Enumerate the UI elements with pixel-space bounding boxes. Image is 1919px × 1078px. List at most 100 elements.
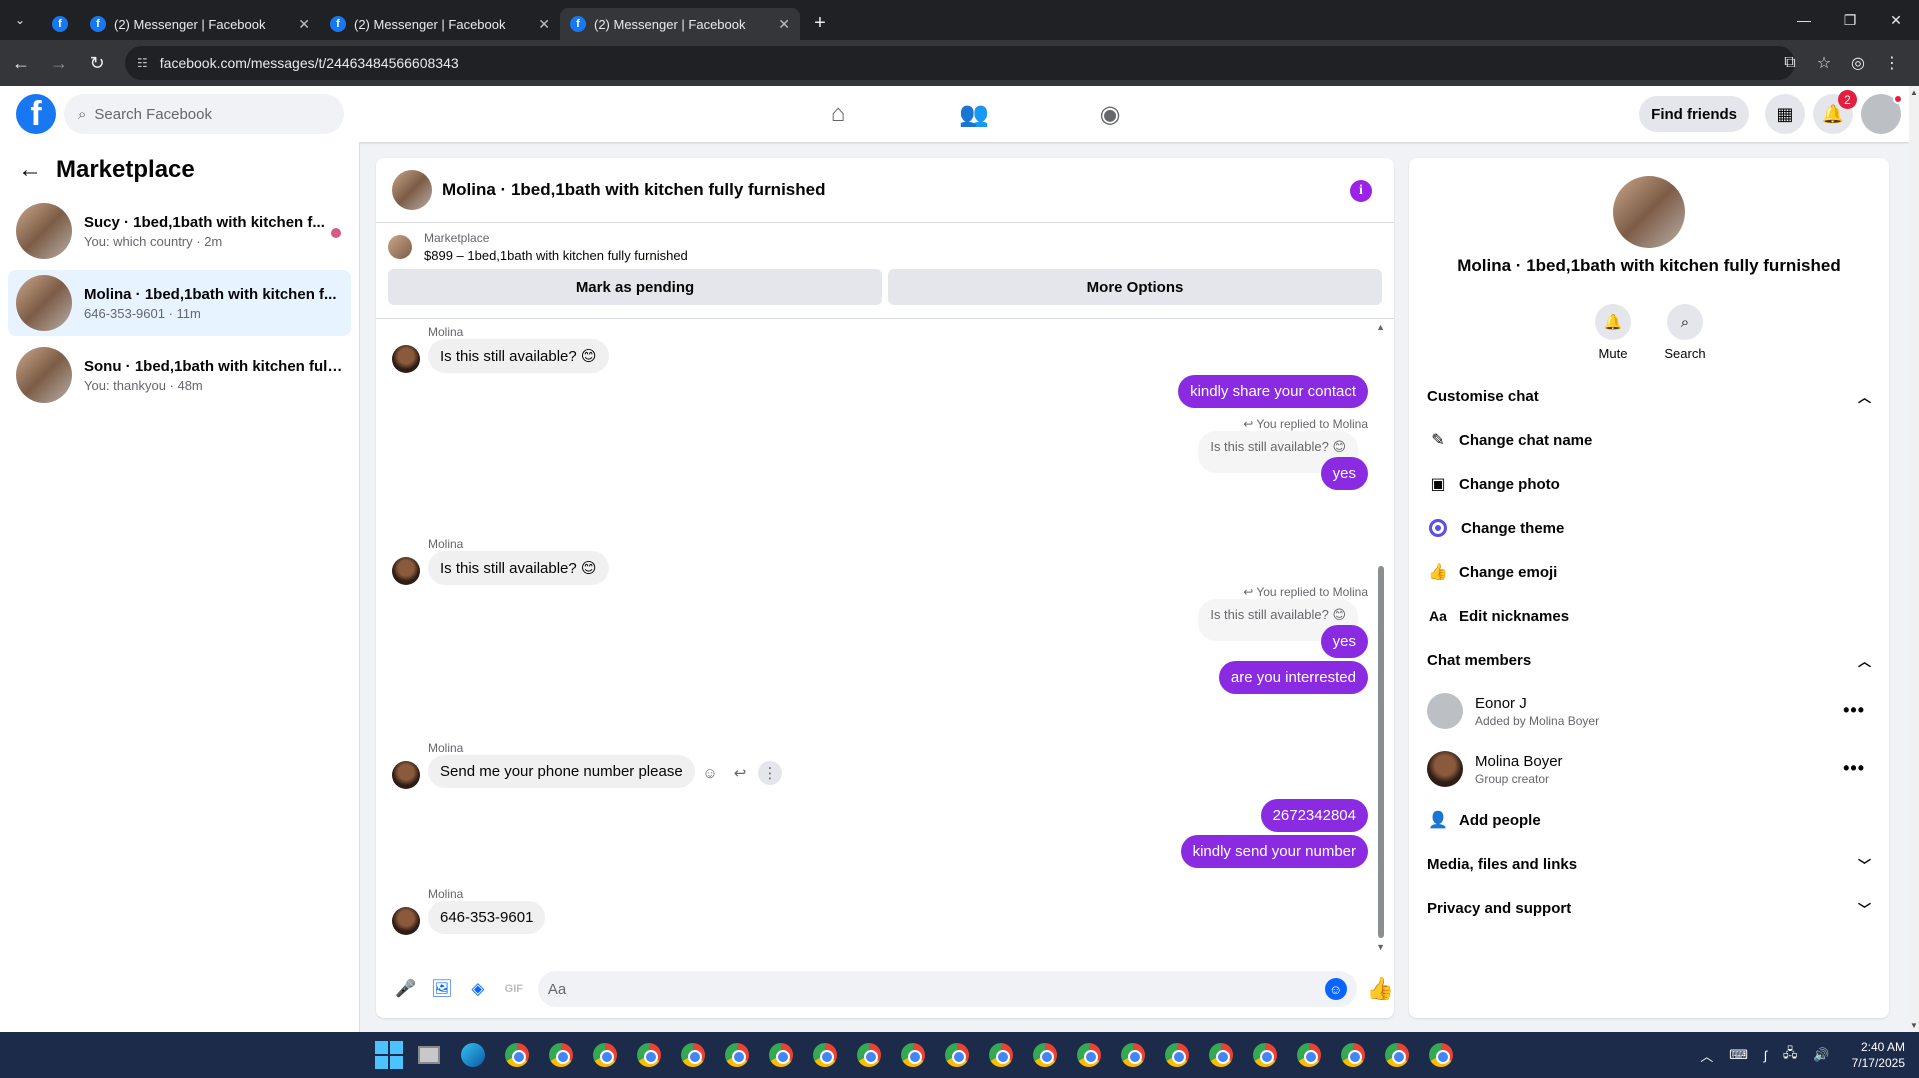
add-people-item[interactable]: 👤 Add people	[1417, 798, 1881, 842]
notifications-bell-icon[interactable]: 🔔 2	[1813, 90, 1857, 134]
volume-icon[interactable]: 🔊	[1813, 1047, 1829, 1063]
back-icon[interactable]: ←	[4, 46, 38, 80]
tab-search-icon[interactable]: ⌄	[0, 0, 40, 40]
tab-close-icon[interactable]: ✕	[298, 16, 310, 33]
change-photo-item[interactable]: ▣ Change photo	[1417, 462, 1881, 506]
chrome-taskbar-icon[interactable]	[763, 1037, 799, 1073]
install-app-icon[interactable]: ⧉	[1773, 46, 1807, 80]
chevron-up-icon[interactable]: ︿	[1700, 1046, 1713, 1065]
chrome-menu-icon[interactable]: ⋮	[1875, 46, 1909, 80]
restore-icon[interactable]: ❐	[1827, 0, 1873, 40]
sender-avatar[interactable]	[392, 557, 420, 585]
back-arrow-icon[interactable]: ←	[18, 156, 42, 184]
find-friends-button[interactable]: Find friends	[1639, 96, 1749, 132]
chrome-taskbar-icon[interactable]	[675, 1037, 711, 1073]
friends-icon[interactable]: 👥	[906, 86, 1042, 142]
profile-icon[interactable]: ◎	[1841, 46, 1875, 80]
tab-close-icon[interactable]: ✕	[538, 16, 550, 33]
outgoing-message[interactable]: kindly share your contact	[1178, 375, 1368, 408]
facebook-search[interactable]: ⌕	[64, 94, 344, 134]
search-input[interactable]	[94, 105, 315, 123]
address-bar[interactable]: ☷ facebook.com/messages/t/24463484566608…	[125, 46, 1795, 80]
message-input[interactable]	[547, 980, 1325, 998]
outgoing-message[interactable]: yes	[1320, 457, 1368, 490]
change-emoji-item[interactable]: 👍 Change emoji	[1417, 550, 1881, 594]
scroll-up-arrow-icon[interactable]: ▲	[1376, 322, 1385, 332]
chrome-taskbar-icon[interactable]	[939, 1037, 975, 1073]
scroll-down-arrow-icon[interactable]: ▼	[1376, 942, 1385, 952]
outgoing-message[interactable]: 2672342804	[1260, 799, 1368, 832]
new-tab-button[interactable]: +	[804, 7, 836, 39]
chat-avatar[interactable]	[392, 170, 432, 210]
info-icon[interactable]: i	[1350, 180, 1372, 202]
privacy-support-section[interactable]: Privacy and support ﹀	[1417, 886, 1881, 930]
emoji-icon[interactable]: ☺	[1324, 978, 1347, 1000]
account-avatar[interactable]	[1861, 94, 1903, 134]
chrome-taskbar-icon[interactable]	[719, 1037, 755, 1073]
chrome-taskbar-icon[interactable]	[807, 1037, 843, 1073]
outgoing-message[interactable]: kindly send your number	[1180, 835, 1368, 868]
chrome-taskbar-icon[interactable]	[1423, 1037, 1459, 1073]
chat-title[interactable]: Molina · 1bed,1bath with kitchen fully f…	[442, 180, 825, 200]
conversation-item[interactable]: Sonu · 1bed,1bath with kitchen full... Y…	[8, 342, 351, 408]
chrome-taskbar-icon[interactable]	[499, 1037, 535, 1073]
sticker-icon[interactable]: ◈	[460, 971, 496, 1007]
more-options-button[interactable]: More Options	[888, 269, 1382, 305]
chrome-taskbar-icon[interactable]	[1291, 1037, 1327, 1073]
conversation-item[interactable]: Sucy · 1bed,1bath with kitchen f... You:…	[8, 198, 351, 264]
pen-icon[interactable]: ʃ	[1764, 1048, 1767, 1063]
chat-scrollbar-thumb[interactable]	[1378, 566, 1384, 938]
chrome-taskbar-icon[interactable]	[1203, 1037, 1239, 1073]
chrome-taskbar-icon[interactable]	[1379, 1037, 1415, 1073]
browser-tab-2[interactable]: f (2) Messenger | Facebook ✕	[320, 8, 560, 40]
keyboard-icon[interactable]: ⌨	[1729, 1047, 1748, 1063]
more-vertical-icon[interactable]: ⋮	[758, 761, 782, 785]
media-files-links-section[interactable]: Media, files and links ﹀	[1417, 842, 1881, 886]
windows-start-icon[interactable]	[375, 1041, 403, 1069]
more-horizontal-icon[interactable]: •••	[1843, 700, 1865, 721]
chat-photo[interactable]	[1613, 176, 1685, 248]
file-explorer-icon[interactable]	[411, 1037, 447, 1073]
listing-summary[interactable]: Marketplace $899 – 1bed,1bath with kitch…	[388, 231, 1382, 263]
page-scrollbar[interactable]: ▲ ▼	[1909, 86, 1919, 1032]
mute-button[interactable]: 🔔 Mute	[1591, 304, 1635, 361]
chat-member[interactable]: Molina Boyer Group creator •••	[1417, 740, 1881, 798]
mark-as-pending-button[interactable]: Mark as pending	[388, 269, 882, 305]
chrome-taskbar-icon[interactable]	[543, 1037, 579, 1073]
conversation-item-active[interactable]: Molina · 1bed,1bath with kitchen f... 64…	[8, 270, 351, 336]
chrome-taskbar-icon[interactable]	[587, 1037, 623, 1073]
edit-nicknames-item[interactable]: Aa Edit nicknames	[1417, 594, 1881, 638]
pinned-tab[interactable]: f	[40, 8, 80, 40]
tab-close-icon[interactable]: ✕	[778, 16, 790, 33]
chrome-taskbar-icon[interactable]	[631, 1037, 667, 1073]
more-horizontal-icon[interactable]: •••	[1843, 758, 1865, 779]
site-info-icon[interactable]: ☷	[137, 56, 148, 70]
chrome-taskbar-icon[interactable]	[1027, 1037, 1063, 1073]
facebook-logo-icon[interactable]: f	[16, 94, 56, 134]
thumbs-up-icon[interactable]: 👍	[1367, 976, 1394, 1002]
chat-member[interactable]: Eonor J Added by Molina Boyer •••	[1417, 682, 1881, 740]
browser-tab-3-active[interactable]: f (2) Messenger | Facebook ✕	[560, 8, 800, 40]
chrome-taskbar-icon[interactable]	[851, 1037, 887, 1073]
clock[interactable]: 2:40 AM 7/17/2025	[1852, 1039, 1905, 1071]
sender-avatar[interactable]	[392, 761, 420, 789]
chrome-taskbar-icon[interactable]	[1071, 1037, 1107, 1073]
chat-members-section[interactable]: Chat members ︿	[1417, 638, 1881, 682]
scroll-up-arrow-icon[interactable]: ▲	[1910, 88, 1918, 97]
minimize-icon[interactable]: —	[1781, 0, 1827, 40]
chrome-taskbar-icon[interactable]	[1247, 1037, 1283, 1073]
outgoing-message[interactable]: yes	[1320, 625, 1368, 658]
chrome-taskbar-icon[interactable]	[983, 1037, 1019, 1073]
forward-icon[interactable]: →	[42, 46, 76, 80]
change-theme-item[interactable]: Change theme	[1417, 506, 1881, 550]
groups-icon[interactable]: ◉	[1042, 86, 1178, 142]
chrome-taskbar-icon[interactable]	[1115, 1037, 1151, 1073]
outgoing-message[interactable]: are you interrested	[1218, 661, 1368, 694]
close-window-icon[interactable]: ✕	[1873, 0, 1919, 40]
sender-avatar[interactable]	[392, 907, 420, 935]
search-in-chat-button[interactable]: ⌕ Search	[1663, 304, 1707, 361]
chrome-taskbar-icon[interactable]	[1159, 1037, 1195, 1073]
home-icon[interactable]: ⌂	[770, 86, 906, 142]
chrome-taskbar-icon[interactable]	[895, 1037, 931, 1073]
reload-icon[interactable]: ↻	[80, 46, 114, 80]
